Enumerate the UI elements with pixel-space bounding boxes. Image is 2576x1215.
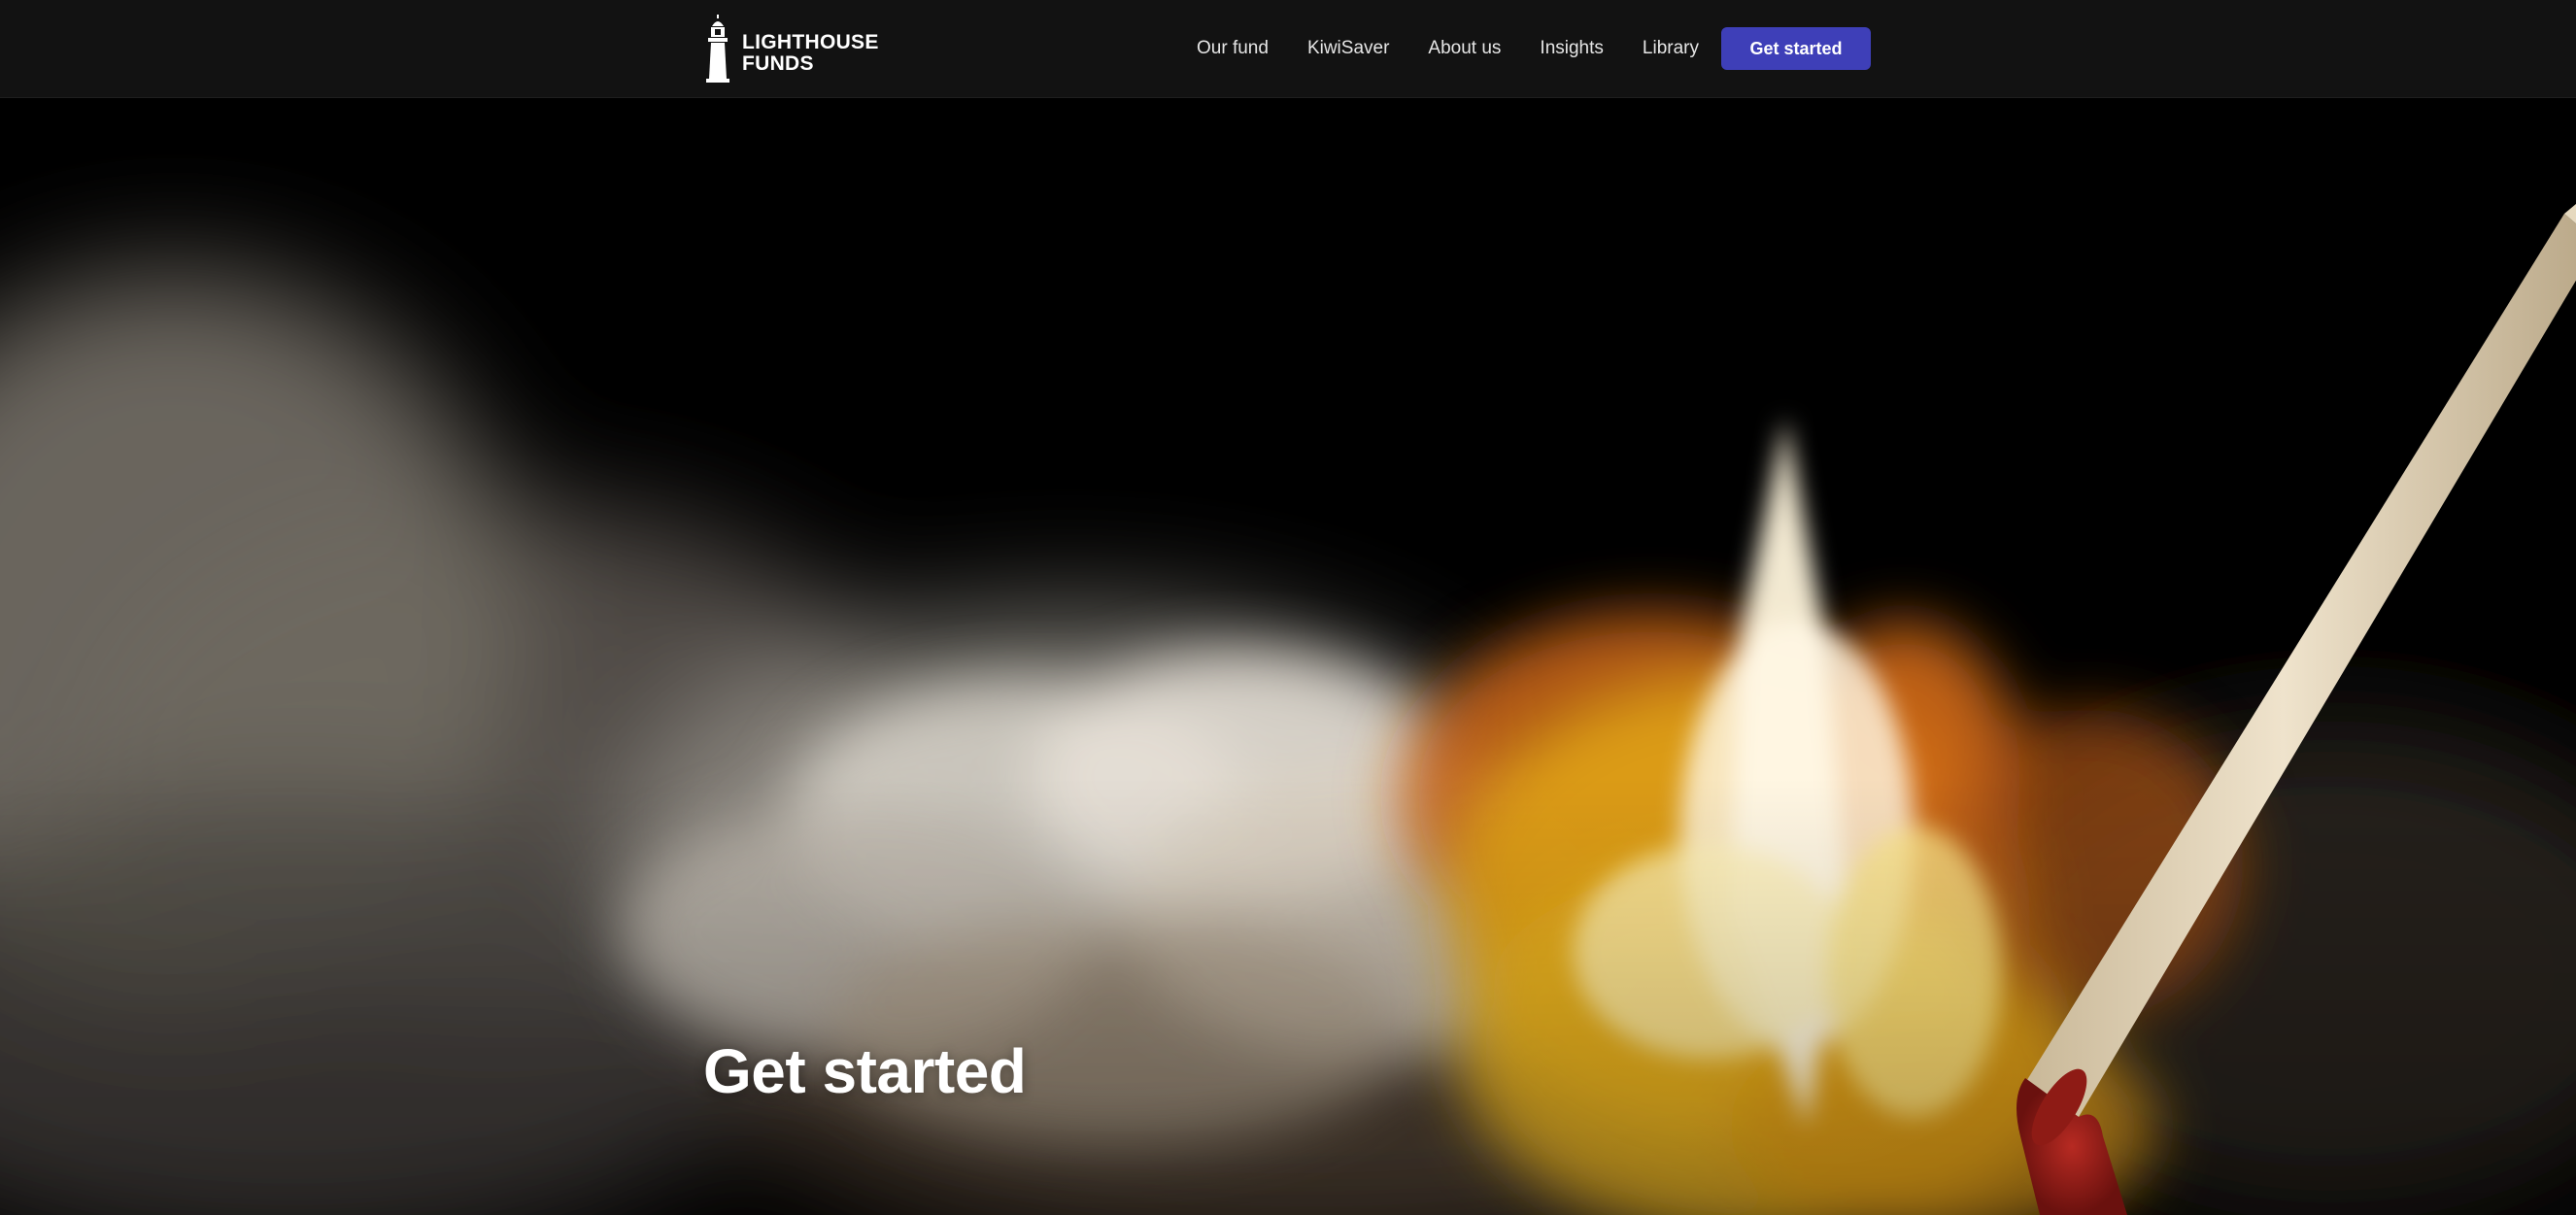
logo-line-1: LIGHTHOUSE [742, 31, 879, 53]
nav-about-us[interactable]: About us [1428, 38, 1501, 59]
lighthouse-icon [706, 15, 729, 83]
site-logo[interactable]: LIGHTHOUSE FUNDS [703, 14, 879, 84]
page: LIGHTHOUSE FUNDS Our fund KiwiSaver Abou… [0, 0, 2576, 1215]
nav-library[interactable]: Library [1643, 38, 1699, 59]
hero-image [0, 97, 2576, 1215]
main-nav: Our fund KiwiSaver About us Insights Lib… [1177, 0, 1718, 97]
nav-kiwisaver[interactable]: KiwiSaver [1307, 38, 1389, 59]
nav-our-fund[interactable]: Our fund [1197, 38, 1269, 59]
logo-line-2: FUNDS [742, 52, 814, 75]
hero-section: Get started [0, 97, 2576, 1215]
nav-insights[interactable]: Insights [1540, 38, 1603, 59]
site-header: LIGHTHOUSE FUNDS Our fund KiwiSaver Abou… [0, 0, 2576, 98]
get-started-button[interactable]: Get started [1721, 27, 1871, 70]
hero-title: Get started [703, 1036, 1027, 1106]
